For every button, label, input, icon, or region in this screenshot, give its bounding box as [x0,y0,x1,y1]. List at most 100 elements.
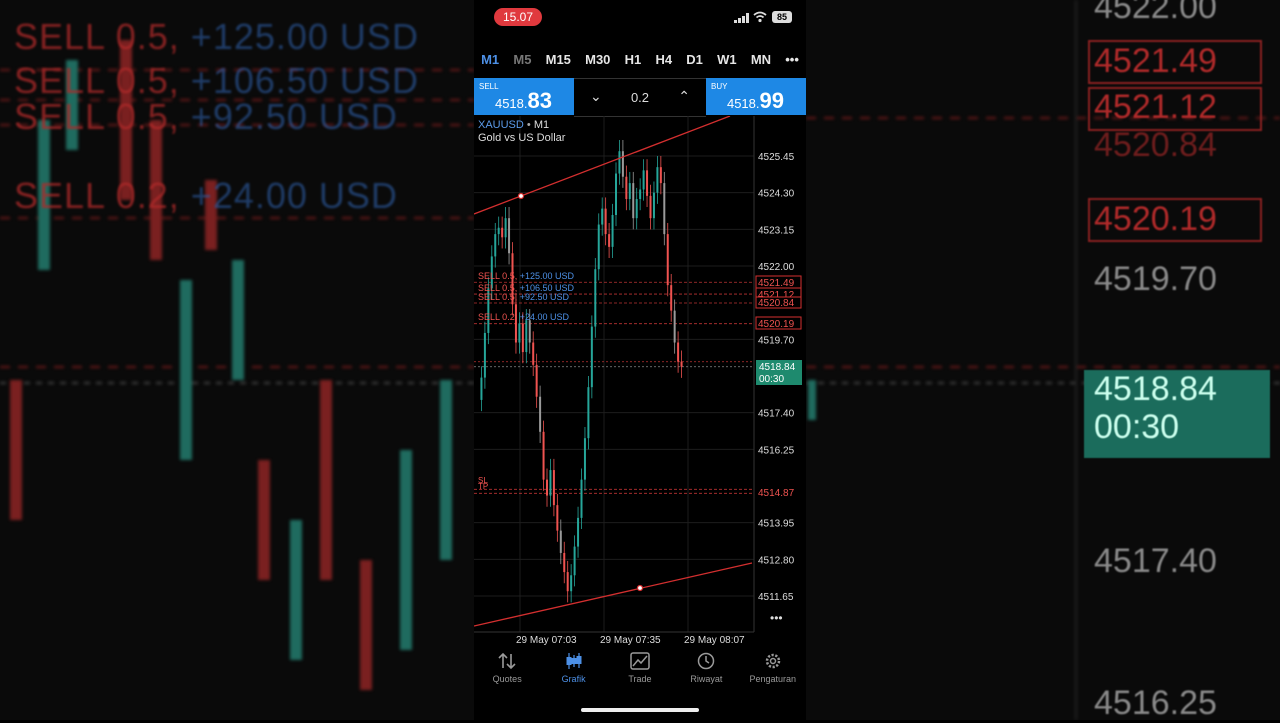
chart-more-options-icon[interactable]: ••• [770,611,783,625]
candle[interactable] [632,183,635,219]
candle[interactable] [652,192,655,219]
candle[interactable] [494,234,497,257]
candle[interactable] [546,479,548,496]
candle[interactable] [597,224,600,270]
candle[interactable] [556,505,559,531]
nav-trade[interactable]: Trade [608,652,672,696]
candle[interactable] [532,342,535,365]
candle[interactable] [590,326,593,388]
sell-button[interactable]: SELL 4518.83 [474,78,574,115]
candle[interactable] [663,183,666,235]
candle[interactable] [497,227,500,235]
trendline-lower-anchor[interactable] [636,584,644,592]
candle[interactable] [659,167,662,184]
candle[interactable] [566,572,569,592]
candle[interactable] [673,310,676,343]
candle[interactable] [539,396,542,432]
status-time: 15.07 [494,8,542,26]
tab-w1[interactable]: W1 [717,52,737,67]
candle[interactable] [552,470,555,506]
candle[interactable] [639,189,642,200]
tab-m15[interactable]: M15 [546,52,571,67]
candle[interactable] [480,377,483,400]
history-icon [698,652,715,670]
candle[interactable] [563,552,566,573]
candle[interactable] [580,479,583,518]
candle[interactable] [680,361,683,367]
background-position-row-4: SELL 0.2, +24.00 USD [14,175,398,216]
price-axis-tick-4: 4522.00 [758,262,795,273]
nav-quotes[interactable]: Quotes [475,652,539,696]
candle[interactable] [601,208,604,225]
background-price-5: 4520.19 [1094,200,1217,238]
candle[interactable] [604,208,607,235]
candle[interactable] [521,323,524,353]
home-indicator[interactable] [581,708,699,712]
candle[interactable] [677,342,680,362]
candle[interactable] [525,320,528,353]
candle[interactable] [542,431,545,480]
candle[interactable] [483,332,486,378]
tab-m1[interactable]: M1 [481,52,499,67]
candle[interactable] [514,304,517,343]
background-price-2: 4521.49 [1094,42,1217,80]
candle[interactable] [618,151,621,174]
candle[interactable] [611,214,614,247]
tab-d1[interactable]: D1 [686,52,703,67]
background-price-4: 4520.84 [1094,126,1217,164]
candle[interactable] [621,151,624,177]
candle[interactable] [670,285,673,311]
chart-candles-icon [566,653,582,669]
more-timeframes-icon[interactable]: ••• [785,52,799,67]
candle[interactable] [577,517,580,547]
nav-pengaturan[interactable]: Pengaturan [741,652,805,696]
price-axis-tick-9: 4512.80 [758,555,795,566]
candle[interactable] [518,323,521,343]
candle[interactable] [587,387,590,439]
price-chart[interactable]: 4525.45 4524.30 4523.15 4522.00 4519.70 4517.… [474,116,806,654]
nav-grafik[interactable]: Grafik [542,652,606,696]
background-price-8: 4516.25 [1094,684,1217,722]
candle[interactable] [608,234,611,247]
candle[interactable] [635,199,638,219]
candle[interactable] [528,320,531,343]
sl-price-tag: 4514.87 [758,488,795,499]
nav-riwayat[interactable]: Riwayat [674,652,738,696]
candle[interactable] [615,173,617,215]
current-price-value: 4518.84 [759,362,796,373]
trendline-lower[interactable] [474,562,753,627]
tab-mn[interactable]: MN [751,52,771,67]
candle[interactable] [656,167,659,193]
candle[interactable] [642,170,645,190]
candlestick-chart[interactable]: 4525.45 4524.30 4523.15 4522.00 4519.70 4517.… [474,116,806,654]
candle[interactable] [549,470,552,496]
buy-button[interactable]: BUY 4518.99 [706,78,806,115]
tab-m30[interactable]: M30 [585,52,610,67]
candle[interactable] [535,364,538,397]
candle[interactable] [666,234,669,286]
price-axis-tick-3: 4523.15 [758,225,795,236]
candle[interactable] [625,176,628,200]
candle[interactable] [646,170,649,196]
tab-m5[interactable]: M5 [513,52,531,67]
phone-screen: 15.07 85 M1 M5 M15 M30 H1 H4 D1 W1 MN ••… [474,0,806,720]
position-price-tag-3-text: 4520.84 [758,298,795,309]
tab-h1[interactable]: H1 [625,52,642,67]
candle[interactable] [508,218,511,254]
lot-increase-chevron-up-icon[interactable]: ⌃ [678,88,690,105]
candle[interactable] [504,218,507,238]
candle[interactable] [559,530,562,553]
candle[interactable] [649,195,652,219]
tab-h4[interactable]: H4 [655,52,672,67]
background-position-row-1: SELL 0.5, +125.00 USD [14,16,419,57]
candle[interactable] [583,438,586,480]
price-axis-tick-7: 4516.25 [758,445,795,456]
candle[interactable] [573,546,576,576]
candle[interactable] [570,575,573,592]
position-price-tag-4-text: 4520.19 [758,319,795,330]
candle[interactable] [628,183,631,200]
candle[interactable] [594,269,597,327]
time-axis-tick-1: 29 May 07:03 [516,635,577,646]
trendline-upper-anchor[interactable] [517,192,525,200]
candle[interactable] [501,227,504,238]
